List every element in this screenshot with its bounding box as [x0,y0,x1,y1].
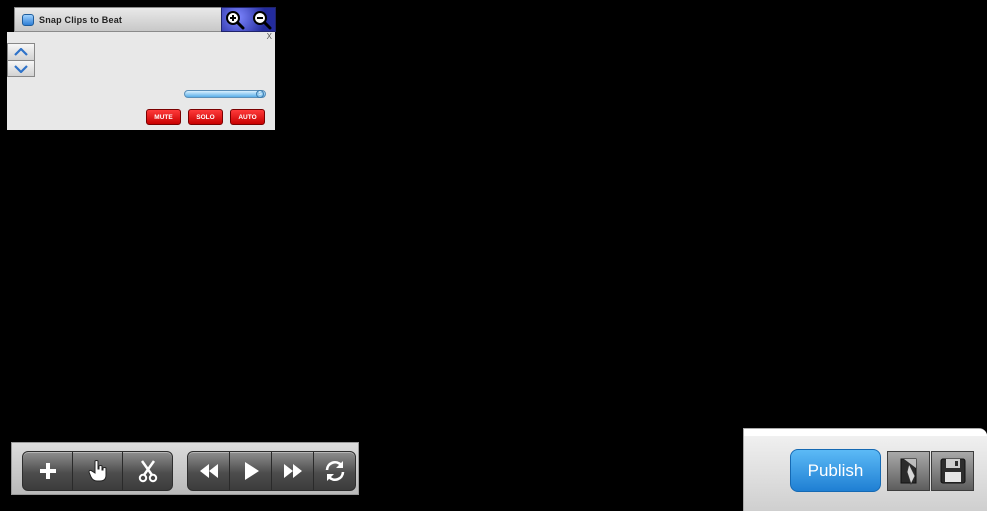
close-track-button[interactable]: X [267,32,272,41]
solo-button[interactable]: SOLO [188,109,223,125]
edit-button[interactable] [887,451,930,491]
loop-button[interactable] [314,452,355,490]
publish-panel: Publish [743,428,987,511]
publish-button[interactable]: Publish [790,449,881,492]
edit-tools-group [22,451,173,491]
zoom-controls [221,7,276,32]
save-button[interactable] [931,451,974,491]
track-buttons: MUTE SOLO AUTO [146,109,265,125]
volume-slider[interactable]: S [184,90,266,98]
track-panel: Snap Clips to Beat X S MUTE SOLO AUTO [7,7,276,130]
zoom-out-button[interactable] [251,9,273,31]
zoom-out-icon [252,10,272,29]
cut-button[interactable] [123,452,172,490]
chevron-up-icon [14,48,28,56]
play-icon [244,462,259,480]
track-body: X S MUTE SOLO AUTO [7,32,275,130]
save-icon [940,458,965,484]
hand-pointer-icon [87,460,106,482]
select-tool-button[interactable] [73,452,123,490]
plus-icon [39,463,56,479]
fast-forward-button[interactable] [272,452,314,490]
edit-icon [900,458,916,486]
track-order-arrows [7,43,35,77]
snap-clips-checkbox[interactable] [22,13,34,26]
auto-button[interactable]: AUTO [230,109,265,125]
zoom-in-button[interactable] [224,9,246,31]
zoom-in-icon [226,10,245,29]
snap-clips-label: Snap Clips to Beat [39,14,123,25]
publish-panel-strip [744,429,987,436]
fast-forward-icon [283,464,302,478]
move-track-up-button[interactable] [8,44,34,60]
playback-group [187,451,356,491]
add-button[interactable] [23,452,73,490]
loop-icon [325,461,344,481]
volume-slider-thumb[interactable]: S [256,90,264,98]
rewind-button[interactable] [188,452,230,490]
move-track-down-button[interactable] [8,60,34,76]
rewind-icon [199,464,218,478]
play-button[interactable] [230,452,272,490]
mute-button[interactable]: MUTE [146,109,181,125]
chevron-down-icon [14,64,28,73]
transport-toolbar [11,442,359,495]
snap-to-beat-bar: Snap Clips to Beat [14,7,229,32]
scissors-icon [138,460,157,483]
